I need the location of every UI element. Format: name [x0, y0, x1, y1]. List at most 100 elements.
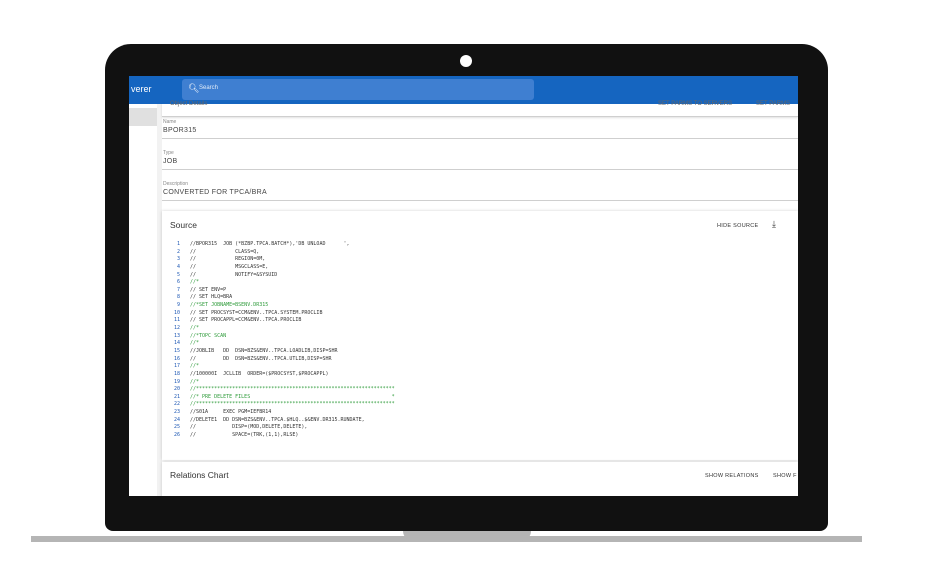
laptop-base-notch — [403, 531, 531, 541]
line-text: //DELETE1 DD DSN=BZS&ENV..TPCA.$HLQ..$&E… — [190, 416, 365, 423]
app-toolbar: verer 🔍︎ Search — [129, 76, 798, 104]
code-line: 8 // SET HLQ=BRA — [168, 294, 788, 302]
line-text: // SET ENV=P — [190, 286, 227, 293]
line-text: //* — [190, 279, 200, 286]
download-icon[interactable]: ⤓ — [772, 219, 776, 230]
name-value: BPOR315 — [163, 127, 197, 134]
line-text: //*SET JOBNAME=BSENV.DR315 — [190, 302, 269, 309]
name-label: Name — [163, 119, 177, 125]
line-number: 12 — [173, 325, 180, 332]
line-number: 3 — [176, 256, 180, 263]
line-text: // DISP=(MOD,DELETE,DELETE), — [190, 424, 308, 431]
line-number: 14 — [173, 340, 180, 347]
show-relations-button[interactable]: SHOW RELATIONS — [705, 473, 759, 479]
line-number: 17 — [173, 363, 180, 370]
line-number: 25 — [173, 424, 180, 431]
line-text: //BPOR315 JOB (*BZBP.TPCA.BATCH*),'DB UN… — [190, 241, 350, 247]
set-parms-servers-button[interactable]: SET PARMS TO SERVERS — [658, 101, 732, 107]
webcam — [460, 55, 472, 67]
line-number: 13 — [173, 332, 180, 339]
line-number: 18 — [173, 370, 180, 377]
line-number: 1 — [176, 241, 180, 247]
screen: verer 🔍︎ Search Object Details SET PARMS… — [129, 76, 798, 496]
search-icon: 🔍︎ — [188, 83, 200, 93]
code-line: 25 // DISP=(MOD,DELETE,DELETE), — [168, 424, 788, 432]
code-line: 11 // SET PROCAPPL=CCM&ENV..TPCA.PROCLIB — [168, 317, 788, 325]
code-line: 1 //BPOR315 JOB (*BZBP.TPCA.BATCH*),'DB U… — [168, 241, 788, 249]
line-text: //* — [190, 325, 200, 332]
line-text: //**************************************… — [190, 401, 395, 408]
code-line: 3 // REGION=0M, — [168, 256, 788, 264]
line-number: 11 — [173, 317, 180, 324]
code-line: 17 //* — [168, 363, 788, 371]
line-text: //100000I JCLLIB ORDER=($PROCSYST,$PROCA… — [190, 370, 329, 377]
details-header: Object Details SET PARMS TO SERVERS SET … — [162, 101, 798, 117]
line-text: //* — [190, 340, 200, 347]
code-line: 22 //************************************… — [168, 401, 788, 409]
line-text: // REGION=0M, — [190, 256, 266, 263]
line-number: 22 — [173, 401, 180, 408]
side-nav-item-active[interactable] — [129, 108, 157, 126]
line-text: // SET PROCAPPL=CCM&ENV..TPCA.PROCLIB — [190, 317, 302, 324]
object-details-panel: Object Details SET PARMS TO SERVERS SET … — [162, 101, 798, 496]
search-input[interactable]: 🔍︎ Search — [182, 79, 534, 100]
code-line: 12 //* — [168, 325, 788, 333]
line-number: 4 — [176, 263, 180, 270]
line-text: // CLASS=Q, — [190, 248, 260, 255]
line-number: 6 — [176, 279, 180, 286]
code-line: 26 // SPACE=(TRK,(1,1),RLSE) — [168, 432, 788, 440]
code-line: 18 //100000I JCLLIB ORDER=($PROCSYST,$PRO… — [168, 371, 788, 379]
set-parms-button[interactable]: SET PARMS — [756, 101, 790, 107]
side-nav — [129, 104, 157, 496]
line-number: 15 — [173, 347, 180, 354]
code-line: 7 // SET ENV=P — [168, 287, 788, 295]
line-text: //JOBLIB DD DSN=BZS&ENV..TPCA.LOADLIB,DI… — [190, 347, 338, 354]
relations-title: Relations Chart — [170, 470, 229, 480]
app-title: verer — [131, 84, 152, 94]
code-line: 16 // DD DSN=BZS&ENV..TPCA.UTLIB,DISP=SHR — [168, 356, 788, 364]
line-text: //* PRE DELETE FILES * — [190, 393, 395, 400]
hide-source-button[interactable]: HIDE SOURCE — [717, 223, 759, 229]
show-other-button[interactable]: SHOW F — [773, 473, 797, 479]
code-line: 20 //************************************… — [168, 386, 788, 394]
source-title: Source — [170, 220, 197, 230]
description-label: Description — [163, 181, 189, 187]
line-text: // SET PROCSYST=CCM&ENV..TPCA.SYSTEM.PRO… — [190, 309, 323, 316]
code-line: 2 // CLASS=Q, — [168, 249, 788, 257]
line-text: //**************************************… — [190, 386, 395, 393]
type-value: JOB — [163, 158, 178, 165]
line-number: 20 — [173, 386, 180, 393]
line-number: 9 — [176, 302, 180, 309]
code-line: 15 //JOBLIB DD DSN=BZS&ENV..TPCA.LOADLIB,… — [168, 348, 788, 356]
line-number: 19 — [173, 378, 180, 385]
code-line: 13 //*TOPC SCAN — [168, 333, 788, 341]
code-line: 5 // NOTIFY=&SYSUID — [168, 272, 788, 280]
code-line: 6 //* — [168, 279, 788, 287]
code-line: 21 //* PRE DELETE FILES * — [168, 394, 788, 402]
line-number: 10 — [173, 309, 180, 316]
code-line: 19 //* — [168, 379, 788, 387]
description-field: Description CONVERTED FOR TPCA/BRA — [162, 170, 798, 201]
name-field: Name BPOR315 — [162, 118, 798, 139]
search-placeholder: Search — [199, 85, 219, 91]
line-number: 23 — [173, 409, 180, 416]
source-code: 1 //BPOR315 JOB (*BZBP.TPCA.BATCH*),'DB U… — [168, 241, 788, 459]
line-text: //* — [190, 378, 200, 385]
code-line: 9 //*SET JOBNAME=BSENV.DR315 — [168, 302, 788, 310]
line-text: // NOTIFY=&SYSUID — [190, 271, 278, 278]
line-number: 21 — [173, 393, 180, 400]
line-text: //*TOPC SCAN — [190, 332, 227, 339]
line-text: // SPACE=(TRK,(1,1),RLSE) — [190, 432, 299, 439]
type-label: Type — [163, 150, 174, 156]
source-card: Source HIDE SOURCE ⤓ 1 //BPOR315 JOB (*BZ… — [162, 211, 798, 460]
line-number: 7 — [176, 286, 180, 293]
line-number: 26 — [173, 432, 180, 439]
line-text: // MSGCLASS=E, — [190, 263, 269, 270]
code-line: 23 //S01A EXEC PGM=IEFBR14 — [168, 409, 788, 417]
code-line: 24 //DELETE1 DD DSN=BZS&ENV..TPCA.$HLQ..$… — [168, 417, 788, 425]
line-text: //S01A EXEC PGM=IEFBR14 — [190, 409, 272, 416]
line-text: // DD DSN=BZS&ENV..TPCA.UTLIB,DISP=SHR — [190, 355, 332, 362]
code-line: 14 //* — [168, 340, 788, 348]
relations-card: Relations Chart SHOW RELATIONS SHOW F — [162, 462, 798, 496]
type-field: Type JOB — [162, 139, 798, 170]
